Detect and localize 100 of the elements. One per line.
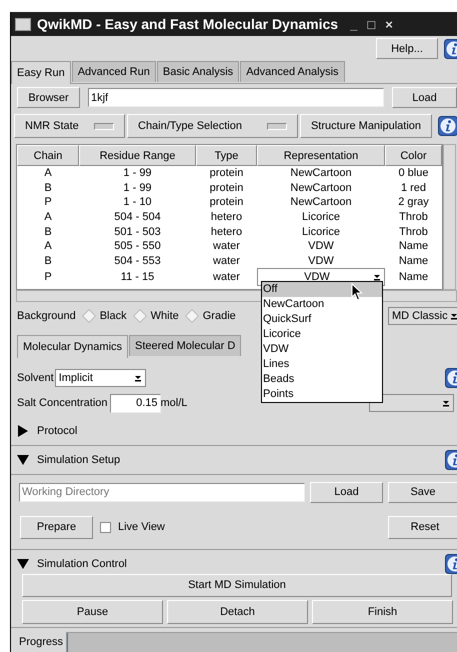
table-cell-text: A	[43, 210, 53, 224]
section-title[interactable]: Protocol	[37, 424, 78, 437]
column-header[interactable]: Representation	[257, 145, 385, 166]
checkbox[interactable]	[100, 522, 111, 533]
radio-label[interactable]: Gradie	[202, 310, 236, 322]
window-control[interactable]: ×	[385, 16, 393, 32]
table-cell-text: 501 - 503	[113, 224, 162, 239]
table-cell-text: B	[43, 254, 53, 268]
section-title[interactable]: Simulation Control	[37, 558, 127, 570]
radio-label[interactable]: Black	[100, 310, 127, 322]
collapse-triangle-icon[interactable]	[17, 558, 29, 570]
table-cell-text: B	[43, 180, 53, 195]
load-button[interactable]: Load	[392, 87, 457, 108]
reset-button[interactable]: Reset	[388, 516, 457, 539]
table-cell-text: Name	[398, 239, 430, 254]
menu-item[interactable]: Points	[262, 387, 382, 402]
menu-item[interactable]: QuickSurf	[262, 312, 382, 327]
table-cell-text: 1 - 10	[122, 195, 153, 210]
table-cell-text: VDW	[307, 239, 335, 254]
table-cell-text: 504 - 504	[113, 210, 162, 224]
column-header[interactable]: Chain	[17, 145, 79, 166]
table-cell-text: 504 - 553	[113, 254, 162, 268]
table-cell-text: 1 red	[400, 180, 428, 195]
progress-label: Progress	[19, 636, 64, 648]
tab[interactable]: Easy Run	[11, 61, 71, 84]
window-control[interactable]: □	[367, 16, 376, 32]
save-button[interactable]: Save	[388, 482, 457, 503]
table-cell-text: NewCartoon	[289, 166, 353, 180]
table-cell-text: water	[212, 254, 241, 268]
section-button[interactable]: Structure Manipulation	[300, 114, 432, 138]
background-label: Background	[17, 310, 76, 322]
table-cell-text: Licorice	[301, 224, 341, 239]
expand-triangle-icon[interactable]	[17, 424, 29, 437]
table-cell-text: water	[212, 239, 241, 254]
table-cell-text: hetero	[210, 210, 244, 224]
tab[interactable]: Molecular Dynamics	[17, 334, 128, 358]
menu-item[interactable]: Beads	[262, 372, 382, 387]
dropdown-arrow-icon	[450, 312, 457, 320]
menu-item[interactable]: Off	[262, 282, 382, 297]
table-cell-text: 11 - 15	[120, 270, 156, 284]
table-cell-text: Throb	[398, 224, 429, 239]
tab[interactable]: Steered Molecular D	[129, 334, 242, 356]
menu-item[interactable]: Lines	[262, 357, 382, 372]
solvent-dropdown[interactable]: Implicit	[54, 368, 146, 387]
menu-item[interactable]: VDW	[262, 342, 382, 357]
table-cell-text: 0 blue	[398, 166, 430, 180]
tab[interactable]: Advanced Run	[72, 61, 156, 82]
window-icon	[15, 18, 31, 30]
table-cell-text: P	[43, 195, 53, 210]
section-title[interactable]: Simulation Setup	[37, 454, 120, 466]
window-title: QwikMD - Easy and Fast Molecular Dynamics	[37, 16, 338, 32]
table-cell-text: protein	[208, 195, 244, 210]
radio-label[interactable]: White	[150, 310, 179, 322]
column-header[interactable]: Residue Range	[79, 145, 196, 166]
table-cell-text: P	[43, 270, 53, 284]
table-cell-text: water	[212, 270, 241, 284]
simulation-button[interactable]: Finish	[312, 600, 453, 624]
table-cell-text: Throb	[398, 210, 429, 224]
scrollbar[interactable]	[443, 144, 456, 290]
unit-label: mol/L	[160, 397, 188, 410]
start-simulation-button[interactable]: Start MD Simulation	[22, 574, 452, 597]
simulation-button[interactable]: Pause	[22, 600, 163, 624]
dropdown[interactable]	[369, 394, 454, 412]
working-directory-field[interactable]: Working Directory	[19, 482, 305, 502]
dropdown-arrow-icon	[134, 374, 142, 382]
prepare-button[interactable]: Prepare	[20, 516, 93, 539]
browser-button[interactable]: Browser	[17, 87, 80, 108]
load-button[interactable]: Load	[310, 482, 383, 503]
tab[interactable]: Basic Analysis	[156, 61, 240, 82]
table-cell-text: VDW	[307, 254, 335, 268]
solvent-label: Solvent	[17, 372, 54, 384]
dropdown-arrow-icon	[442, 399, 450, 408]
menu-item[interactable]: NewCartoon	[262, 297, 382, 312]
table-cell-text: A	[43, 239, 53, 254]
help-button[interactable]: Help...	[376, 38, 438, 59]
checkbox-label[interactable]: Live View	[118, 521, 165, 534]
color-scheme-dropdown[interactable]: MD Classic	[388, 306, 457, 325]
simulation-button[interactable]: Detach	[167, 600, 308, 624]
column-header[interactable]: Type	[196, 145, 257, 166]
table-cell-text: Licorice	[301, 210, 341, 224]
section-toggle-button[interactable]: NMR State	[14, 114, 125, 138]
table-cell-text: protein	[208, 166, 244, 180]
table-cell-text: NewCartoon	[289, 180, 353, 195]
table-cell-text: 2 gray	[397, 195, 430, 210]
info-icon[interactable]	[438, 116, 457, 136]
table-cell-text: 1 - 99	[122, 166, 153, 180]
table-cell-text: 1 - 99	[122, 180, 153, 195]
table-cell-text: Name	[398, 254, 430, 268]
table-cell-text: protein	[208, 180, 244, 195]
window-control[interactable]: _	[350, 16, 358, 32]
table-cell-text: B	[43, 224, 53, 239]
section-toggle-button[interactable]: Chain/Type Selection	[127, 114, 298, 138]
column-header[interactable]: Color	[385, 145, 442, 166]
salt-concentration-field[interactable]: 0.15	[110, 394, 160, 413]
pdb-id-field[interactable]: 1kjf	[88, 88, 384, 107]
tab[interactable]: Advanced Analysis	[240, 61, 345, 82]
menu-item[interactable]: Licorice	[262, 327, 382, 342]
table-cell-text: A	[43, 166, 53, 180]
collapse-triangle-icon[interactable]	[17, 454, 29, 466]
table-cell-text: 505 - 550	[113, 239, 162, 254]
